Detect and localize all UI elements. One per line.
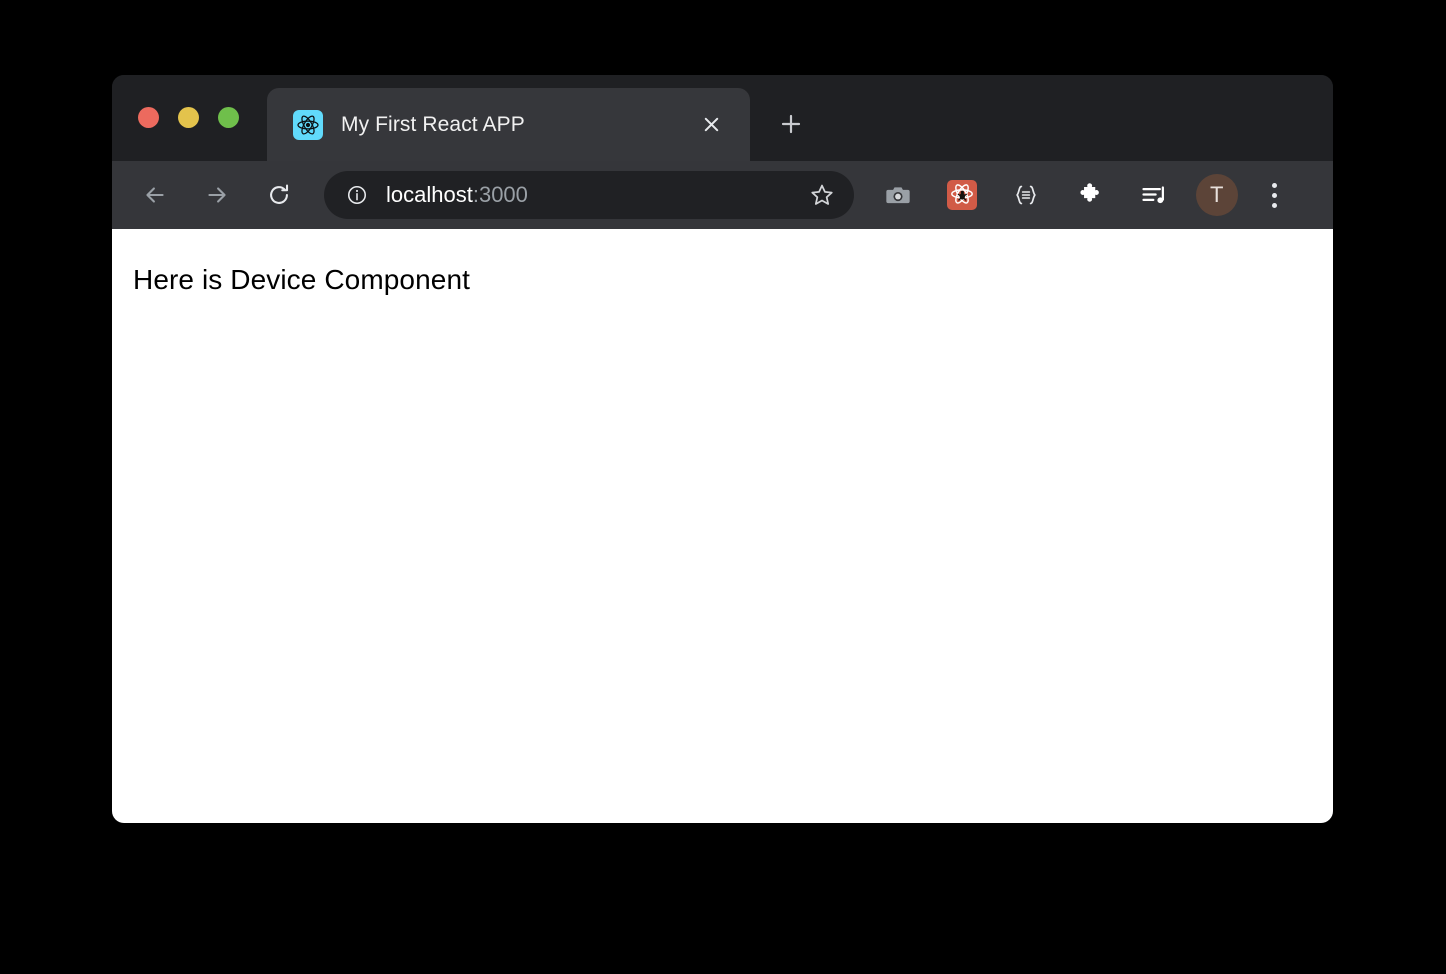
info-circle-icon[interactable]: [344, 182, 370, 208]
tab-close-button[interactable]: [694, 108, 728, 142]
forward-button[interactable]: [196, 174, 238, 216]
window-close-button[interactable]: [138, 107, 159, 128]
avatar-initial: T: [1210, 182, 1224, 207]
menu-dot: [1271, 182, 1277, 188]
window-traffic-lights: [138, 107, 239, 128]
window-maximize-button[interactable]: [218, 107, 239, 128]
react-logo-icon: [293, 109, 323, 140]
reload-button[interactable]: [258, 174, 300, 216]
star-outline-icon[interactable]: [804, 177, 840, 213]
react-devtools-icon[interactable]: [940, 173, 984, 217]
address-bar[interactable]: localhost:3000: [324, 171, 854, 219]
three-dots-vertical-icon[interactable]: [1254, 173, 1294, 217]
window-minimize-button[interactable]: [178, 107, 199, 128]
tab-list: My First React APP: [267, 75, 814, 161]
react-devtools-icon-box: [947, 180, 977, 210]
new-tab-button[interactable]: [768, 101, 814, 147]
puzzle-icon[interactable]: [1068, 173, 1112, 217]
back-button[interactable]: [134, 174, 176, 216]
music-playlist-icon[interactable]: [1132, 173, 1176, 217]
tab-strip: My First React APP: [112, 75, 1333, 161]
browser-window: My First React APP localhost:3000 T Here…: [112, 75, 1333, 823]
url-host: localhost: [386, 182, 473, 207]
menu-dot: [1271, 192, 1277, 198]
address-bar-url[interactable]: localhost:3000: [386, 182, 804, 208]
json-formatter-icon[interactable]: [1004, 173, 1048, 217]
browser-toolbar: localhost:3000 T: [112, 161, 1333, 229]
browser-tab-active[interactable]: My First React APP: [267, 88, 750, 161]
avatar[interactable]: T: [1196, 174, 1238, 216]
camera-icon[interactable]: [876, 173, 920, 217]
toolbar-actions: T: [876, 173, 1319, 217]
page-heading: Here is Device Component: [133, 264, 470, 295]
tab-title: My First React APP: [341, 112, 525, 136]
menu-dot: [1271, 202, 1277, 208]
page-content: Here is Device Component: [112, 229, 1333, 823]
url-port: :3000: [472, 182, 528, 207]
